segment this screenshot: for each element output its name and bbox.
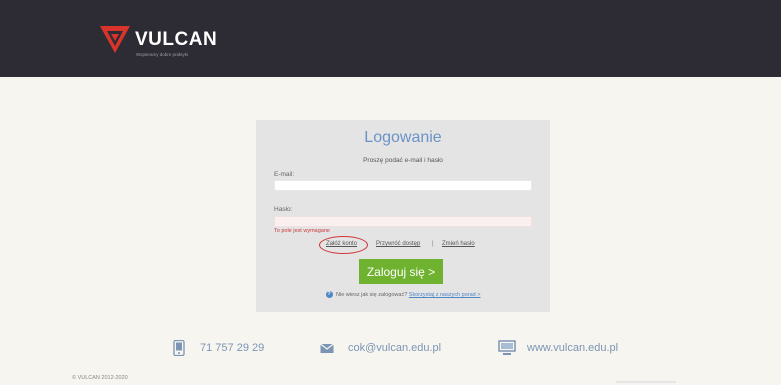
- site-header: VULCAN Wspieramy dobre praktyki: [0, 0, 781, 77]
- help-text: Nie wiesz jak się zalogować?: [336, 291, 408, 298]
- change-password-link[interactable]: Zmień hasło: [442, 241, 475, 247]
- email-label: E-mail:: [274, 171, 295, 178]
- vulcan-logo[interactable]: VULCAN Wspieramy dobre praktyki: [98, 22, 298, 62]
- login-help: ? Nie wiesz jak się zalogować? Skorzysta…: [256, 291, 550, 298]
- create-account-highlight: [319, 236, 368, 254]
- account-links: Załóż konto Przywróć dostęp | Zmień hasł…: [256, 241, 550, 251]
- login-button[interactable]: Zaloguj się >: [359, 259, 443, 284]
- password-field[interactable]: [274, 216, 532, 227]
- monitor-icon: [498, 340, 516, 355]
- vulcan-logo-icon: [100, 26, 130, 53]
- email-field[interactable]: [274, 180, 532, 191]
- brand-tagline: Wspieramy dobre praktyki: [136, 52, 189, 57]
- contact-email-text: cok@vulcan.edu.pl: [348, 342, 442, 354]
- copyright: © VULCAN 2012-2020: [72, 375, 128, 381]
- password-error: To pole jest wymagane: [274, 228, 330, 234]
- password-label: Hasło:: [274, 206, 293, 213]
- mail-icon: [320, 343, 334, 353]
- restore-access-link[interactable]: Przywróć dostęp: [376, 241, 420, 247]
- contact-phone: 71 757 29 29: [173, 340, 268, 358]
- link-separator: |: [432, 241, 434, 247]
- phone-number: 71 757 29 29: [200, 342, 265, 354]
- login-panel: Logowanie Proszę podać e-mail i hasło E-…: [256, 120, 550, 312]
- brand-name: VULCAN: [135, 29, 218, 50]
- contact-email[interactable]: cok@vulcan.edu.pl: [320, 340, 445, 358]
- bottom-divider: [616, 381, 676, 383]
- question-icon: ?: [325, 291, 333, 298]
- phone-icon: [173, 340, 185, 356]
- website-text: www.vulcan.edu.pl: [527, 342, 619, 354]
- contact-website[interactable]: www.vulcan.edu.pl: [498, 340, 633, 358]
- help-link[interactable]: Skorzystaj z naszych porad >: [409, 292, 481, 298]
- login-subtitle: Proszę podać e-mail i hasło: [363, 157, 443, 164]
- login-title: Logowanie: [364, 129, 442, 146]
